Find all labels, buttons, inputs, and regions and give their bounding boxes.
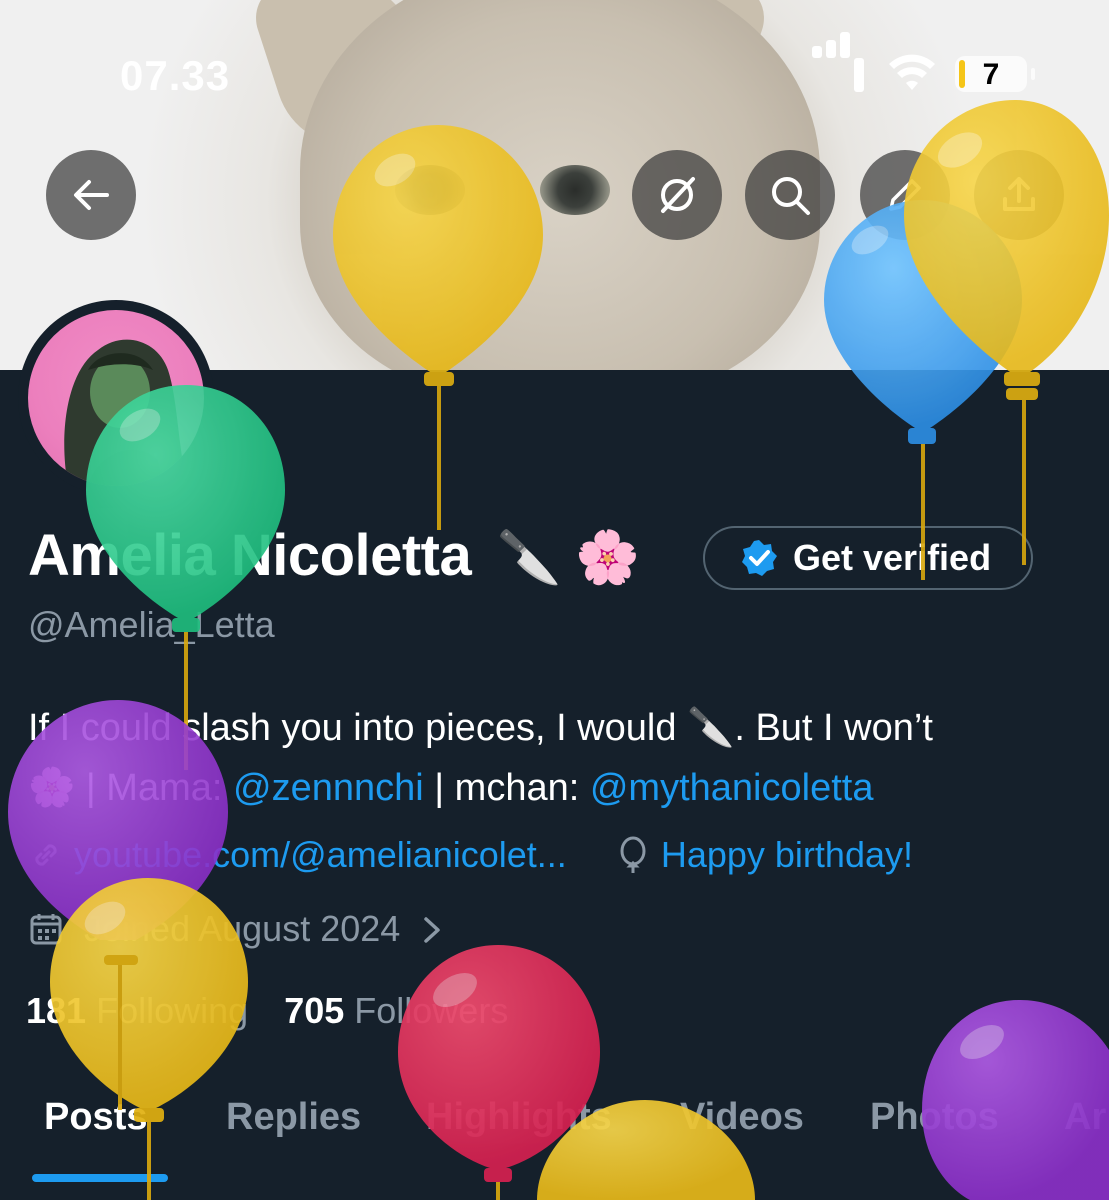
chevron-right-icon: [424, 917, 441, 943]
share-button[interactable]: [974, 150, 1064, 240]
grok-button[interactable]: [632, 150, 722, 240]
cat-eye-right: [540, 165, 610, 215]
profile-bio: If I could slash you into pieces, I woul…: [28, 698, 1088, 818]
cat-eye-left: [395, 165, 465, 215]
balloon-icon: [620, 836, 646, 873]
tab-photos[interactable]: Photos: [870, 1096, 999, 1139]
mention-link[interactable]: @zennnchi: [233, 767, 424, 809]
followers-count: 705: [284, 990, 345, 1031]
edit-button[interactable]: [860, 150, 950, 240]
following-stat[interactable]: 181 Following: [26, 990, 248, 1031]
tab-articles[interactable]: Ar: [1064, 1096, 1106, 1139]
mention-link[interactable]: @mythanicoletta: [590, 767, 874, 809]
share-icon: [1003, 177, 1035, 211]
display-name: Amelia Nicoletta: [28, 523, 472, 588]
edit-icon: [889, 179, 921, 211]
calendar-icon: [30, 914, 62, 945]
profile-handle: @Amelia_Letta: [28, 604, 275, 645]
tab-replies[interactable]: Replies: [226, 1096, 361, 1139]
follow-stats: 181 Following 705 Followers: [26, 990, 508, 1032]
battery-indicator: 7: [955, 56, 1035, 92]
profile-name: Amelia Nicoletta 🔪 🌸: [28, 522, 640, 589]
following-count: 181: [26, 990, 87, 1031]
profile-meta: youtube.com/@amelianicolet... Happy birt…: [28, 834, 913, 876]
search-icon: [772, 177, 810, 215]
avatar[interactable]: [28, 310, 204, 486]
status-time: 07.33: [120, 52, 231, 99]
link-icon: [35, 844, 57, 866]
bio-line-1: If I could slash you into pieces, I woul…: [28, 707, 933, 749]
bio-separator: | mchan:: [423, 767, 590, 809]
bio-line-2: 🌸 | Mama: @zennnchi | mchan: @mythanicol…: [28, 758, 1088, 818]
back-button[interactable]: [46, 150, 136, 240]
grok-icon: [661, 177, 695, 213]
get-verified-button[interactable]: Get verified: [703, 526, 1033, 590]
followers-stat[interactable]: 705 Followers: [284, 990, 508, 1031]
avatar-illustration: [64, 339, 188, 486]
followers-label: Followers: [354, 990, 509, 1031]
active-tab-indicator: [32, 1174, 168, 1182]
tab-posts[interactable]: Posts: [44, 1096, 147, 1139]
website-link[interactable]: youtube.com/@amelianicolet...: [74, 834, 567, 875]
joined-label: Joined August 2024: [84, 908, 401, 949]
tab-videos[interactable]: Videos: [680, 1096, 804, 1139]
tab-highlights[interactable]: Highlights: [426, 1096, 612, 1139]
name-emojis: 🔪 🌸: [496, 529, 640, 587]
profile-tabs: Posts Replies Highlights Videos Photos A…: [0, 1090, 1109, 1200]
arrow-left-icon: [74, 180, 109, 210]
bio-prefix: 🌸 | Mama:: [28, 767, 233, 809]
wifi-icon: [889, 54, 935, 90]
search-button[interactable]: [745, 150, 835, 240]
battery-level: 7: [982, 58, 1000, 91]
joined-date[interactable]: Joined August 2024: [28, 908, 444, 950]
get-verified-label: Get verified: [793, 537, 992, 578]
verified-badge-icon: [742, 540, 777, 576]
following-label: Following: [96, 990, 249, 1031]
birthday-text: Happy birthday!: [660, 834, 913, 875]
